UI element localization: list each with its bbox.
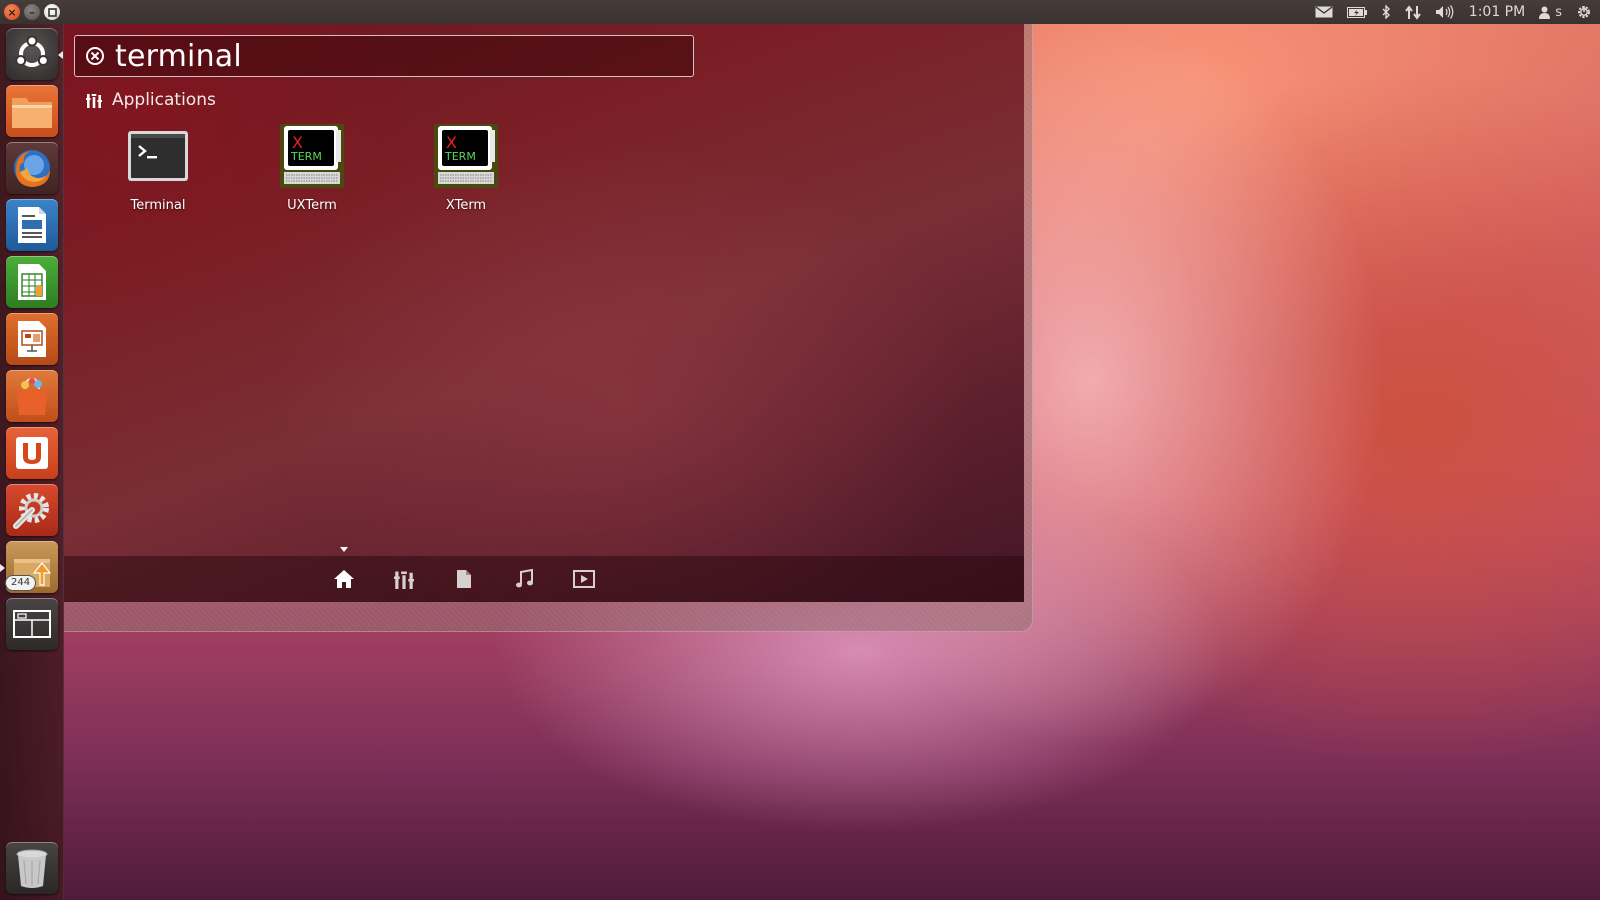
maximize-window-button[interactable] <box>44 4 60 20</box>
volume-indicator[interactable] <box>1435 5 1455 19</box>
files-lens-button[interactable] <box>452 567 476 591</box>
app-icon-container: X TERM <box>280 124 344 188</box>
dash-overlay: terminal Applications Terminal X TERM UX… <box>64 24 1033 632</box>
xterm-icon: X TERM <box>280 124 344 188</box>
applications-lens-icon <box>394 571 414 589</box>
clear-icon <box>86 47 104 65</box>
section-label: Applications <box>112 90 216 110</box>
video-lens-button[interactable] <box>572 567 596 591</box>
ubuntu-one-icon <box>16 437 48 469</box>
app-result-xterm[interactable]: X TERM XTerm <box>401 124 531 213</box>
indicator-area: 1:01 PM s <box>1315 0 1592 24</box>
xterm-term-text: TERM <box>444 150 476 163</box>
applications-category-icon <box>86 94 102 108</box>
bluetooth-indicator[interactable] <box>1381 5 1391 19</box>
music-lens-icon <box>516 569 533 588</box>
lens-bar <box>64 547 1024 602</box>
trash-icon <box>16 849 48 888</box>
app-icon-container <box>126 124 190 188</box>
launcher-calc[interactable] <box>6 256 58 308</box>
app-icon-container: X TERM <box>434 124 498 188</box>
app-result-uxterm[interactable]: X TERM UXTerm <box>247 124 377 213</box>
active-arrow-indicator <box>58 51 63 59</box>
mail-indicator[interactable] <box>1315 6 1333 18</box>
clear-search-button[interactable] <box>85 46 105 66</box>
launcher-workspace-switcher[interactable] <box>6 598 58 650</box>
home-lens-button[interactable] <box>332 547 356 591</box>
user-icon <box>1539 6 1551 19</box>
xterm-term-text: TERM <box>290 150 322 163</box>
app-label: UXTerm <box>287 198 337 213</box>
search-input[interactable]: terminal <box>115 39 242 74</box>
volume-icon <box>1435 5 1454 19</box>
battery-icon <box>1346 6 1367 18</box>
clock[interactable]: 1:01 PM <box>1469 4 1525 20</box>
launcher-ubuntu-one[interactable] <box>6 427 58 479</box>
maximize-icon <box>47 7 57 17</box>
libreoffice-writer-icon <box>18 207 46 243</box>
applications-section-header[interactable]: Applications <box>86 90 216 110</box>
update-count-badge: 244 <box>6 576 36 590</box>
video-lens-icon <box>573 570 595 588</box>
libreoffice-calc-icon <box>18 264 46 300</box>
launcher-impress[interactable] <box>6 313 58 365</box>
terminal-icon <box>128 131 188 181</box>
launcher-trash[interactable] <box>6 842 58 894</box>
close-icon: × <box>7 5 17 19</box>
launcher-firefox[interactable] <box>6 142 58 194</box>
session-indicator[interactable] <box>1576 4 1592 20</box>
dash-search-box[interactable]: terminal <box>74 35 694 77</box>
app-result-terminal[interactable]: Terminal <box>93 124 223 213</box>
minimize-window-button[interactable]: – <box>24 4 40 20</box>
user-indicator[interactable]: s <box>1539 5 1562 20</box>
shopping-bag-icon <box>17 377 47 415</box>
bluetooth-icon <box>1382 5 1390 19</box>
app-label: Terminal <box>130 198 186 213</box>
power-gear-icon <box>1578 6 1590 18</box>
minimize-icon: – <box>29 5 35 19</box>
top-panel: × – 1:01 PM s <box>0 0 1600 24</box>
ubuntu-logo-icon <box>15 35 49 67</box>
launcher-writer[interactable] <box>6 199 58 251</box>
libreoffice-impress-icon <box>18 321 46 357</box>
workspaces-icon <box>13 610 51 638</box>
mail-icon <box>1315 6 1333 18</box>
window-controls: × – <box>4 4 60 20</box>
app-label: XTerm <box>445 198 487 213</box>
close-window-button[interactable]: × <box>4 4 20 20</box>
active-lens-arrow <box>340 547 348 552</box>
launcher-system-settings[interactable] <box>6 484 58 536</box>
launcher-software-center[interactable] <box>6 370 58 422</box>
launcher-files[interactable] <box>6 85 58 137</box>
music-lens-button[interactable] <box>512 567 536 591</box>
xterm-icon: X TERM <box>434 124 498 188</box>
folder-icon <box>12 98 52 128</box>
running-indicator <box>0 564 5 572</box>
applications-lens-button[interactable] <box>392 567 416 591</box>
home-lens-icon <box>334 570 354 588</box>
firefox-icon <box>14 150 50 187</box>
settings-wrench-icon <box>13 493 49 529</box>
dash-content: terminal Applications Terminal X TERM UX… <box>64 24 1024 602</box>
user-name: s <box>1555 4 1562 20</box>
battery-indicator[interactable] <box>1346 6 1367 18</box>
network-indicator[interactable] <box>1404 4 1421 20</box>
files-lens-icon <box>457 570 471 588</box>
network-icon <box>1404 4 1421 20</box>
launcher: 244 <box>0 24 64 900</box>
launcher-dash-home[interactable] <box>6 28 58 80</box>
